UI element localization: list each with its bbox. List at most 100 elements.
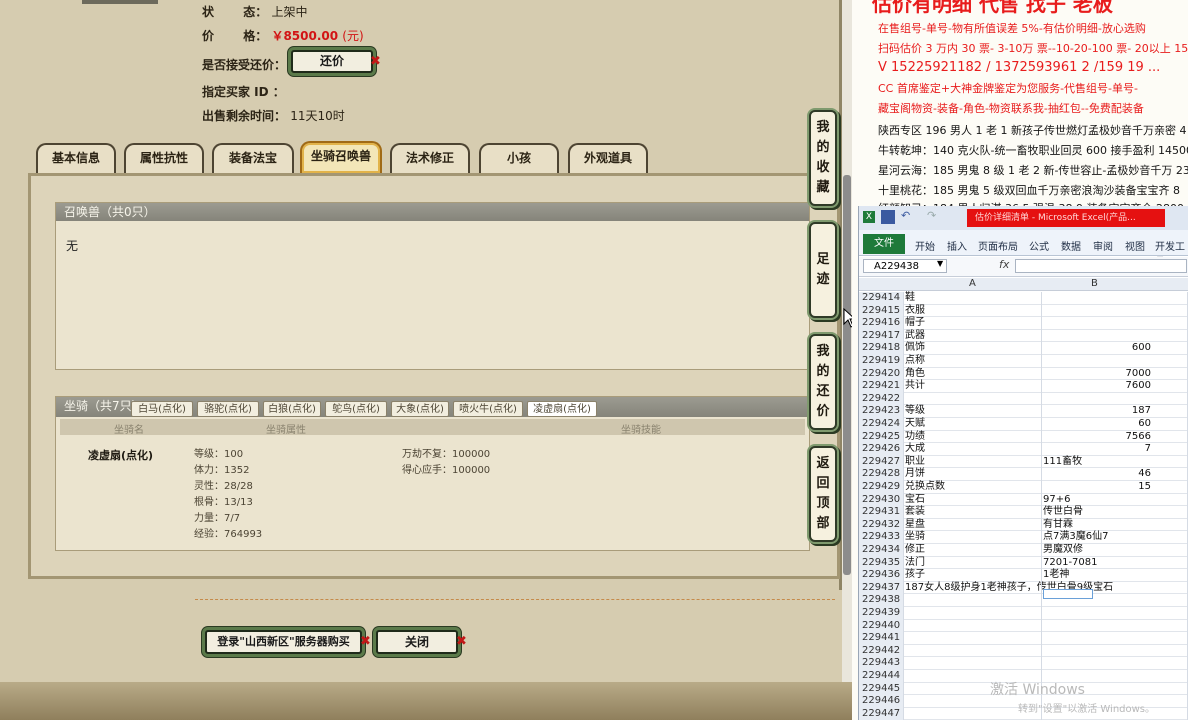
save-icon[interactable] xyxy=(881,210,895,224)
tab-basic-info[interactable]: 基本信息 xyxy=(36,143,116,173)
ribbon-tab-file[interactable]: 文件 xyxy=(863,234,905,254)
row-number[interactable]: 229433 xyxy=(859,531,903,544)
cell-a[interactable]: 角色 xyxy=(905,368,925,381)
cell-b[interactable]: 46 xyxy=(1138,468,1151,481)
cell-a[interactable]: 衣服 xyxy=(905,305,925,318)
footprint-button[interactable]: 足 迹 xyxy=(809,222,837,318)
row-number[interactable]: 229445 xyxy=(859,682,903,696)
cell-a[interactable]: 法门 xyxy=(905,557,925,570)
excel-row[interactable]: 229415 衣服 xyxy=(859,304,1188,318)
row-number[interactable]: 229420 xyxy=(859,367,903,381)
formula-input[interactable] xyxy=(1015,259,1187,273)
row-number[interactable]: 229421 xyxy=(859,380,903,393)
close-button[interactable]: 关闭 xyxy=(376,630,458,654)
row-number[interactable]: 229434 xyxy=(859,544,903,557)
excel-row[interactable]: 229431 套装 传世白骨 xyxy=(859,506,1188,519)
namebox-dropdown-icon[interactable]: ▼ xyxy=(937,259,943,268)
excel-row[interactable]: 229423 等级 187 xyxy=(859,405,1188,418)
login-server-buy-button[interactable]: 登录"山西新区"服务器购买 xyxy=(205,630,362,654)
tab-appearance[interactable]: 外观道具 xyxy=(568,143,648,173)
row-number[interactable]: 229419 xyxy=(859,355,903,368)
counter-offer-button[interactable]: 还价 xyxy=(291,50,373,73)
spreadsheet-grid[interactable]: 229414 鞋 229415 衣服 229416 帽子 229417 武器 229418 佩饰 6… xyxy=(859,292,1188,720)
cell-b[interactable]: 97+6 xyxy=(1043,494,1070,507)
cell-a[interactable]: 帽子 xyxy=(905,317,925,330)
excel-row[interactable]: 229440 xyxy=(859,619,1188,633)
cell-a[interactable]: 佩饰 xyxy=(905,342,925,355)
cell-b[interactable]: 187 xyxy=(1132,405,1151,418)
cell-a[interactable]: 月饼 xyxy=(905,468,925,481)
col-header-b[interactable]: B xyxy=(1091,278,1098,289)
cell-b[interactable]: 男魔双修 xyxy=(1043,544,1083,557)
cell-a[interactable]: 功绩 xyxy=(905,431,925,444)
cell-a[interactable]: 点称 xyxy=(905,355,925,368)
cell-a[interactable]: 孩子 xyxy=(905,569,925,582)
excel-row[interactable]: 229435 法门 7201-7081 xyxy=(859,556,1188,570)
cell-b[interactable]: 111畜牧 xyxy=(1043,456,1082,469)
cell-b[interactable]: 1老神 xyxy=(1043,569,1069,582)
row-number[interactable]: 229415 xyxy=(859,304,903,318)
cell-a[interactable]: 职业 xyxy=(905,456,925,469)
excel-row[interactable]: 229441 xyxy=(859,632,1188,645)
row-number[interactable]: 229424 xyxy=(859,418,903,431)
tab-equipment[interactable]: 装备法宝 xyxy=(212,143,294,173)
cell-b[interactable]: 7566 xyxy=(1126,431,1151,444)
excel-row[interactable]: 229438 xyxy=(859,594,1188,607)
excel-row[interactable]: 229416 帽子 xyxy=(859,317,1188,330)
excel-row[interactable]: 229432 星盘 有甘霖 xyxy=(859,518,1188,532)
scrollbar-thumb[interactable] xyxy=(843,175,851,575)
row-number[interactable]: 229423 xyxy=(859,405,903,418)
cell-b[interactable]: 点7满3魔6仙7 xyxy=(1043,531,1108,544)
row-number[interactable]: 229414 xyxy=(859,292,903,305)
row-number[interactable]: 229442 xyxy=(859,644,903,658)
fx-icon[interactable]: fx xyxy=(999,258,1009,271)
cell-a[interactable]: 天赋 xyxy=(905,418,925,431)
subtab-ostrich[interactable]: 鸵鸟(点化) xyxy=(325,401,387,417)
excel-row[interactable]: 229427 职业 111畜牧 xyxy=(859,455,1188,469)
row-number[interactable]: 229438 xyxy=(859,594,903,607)
ribbon-tab-insert[interactable]: 插入 xyxy=(947,238,967,253)
row-number[interactable]: 229416 xyxy=(859,317,903,330)
subtab-camel[interactable]: 骆驼(点化) xyxy=(197,401,259,417)
tab-mount-summon[interactable]: 坐骑召唤兽 xyxy=(300,141,382,173)
row-number[interactable]: 229447 xyxy=(859,707,903,720)
excel-row[interactable]: 229429 兑换点数 15 xyxy=(859,481,1188,494)
excel-row[interactable]: 229421 共计 7600 xyxy=(859,380,1188,393)
excel-row[interactable]: 229417 武器 xyxy=(859,329,1188,343)
ribbon-tab-data[interactable]: 数据 xyxy=(1061,238,1081,253)
name-box[interactable]: A229438 xyxy=(863,259,947,273)
cell-a[interactable]: 武器 xyxy=(905,330,925,343)
tab-spell-mod[interactable]: 法术修正 xyxy=(390,143,470,173)
ribbon-tab-home[interactable]: 开始 xyxy=(915,238,935,253)
cell-a[interactable]: 兑换点数 xyxy=(905,481,945,494)
page-scrollbar[interactable] xyxy=(842,0,852,682)
row-number[interactable]: 229425 xyxy=(859,430,903,444)
row-number[interactable]: 229418 xyxy=(859,342,903,355)
row-number[interactable]: 229417 xyxy=(859,329,903,343)
cell-a[interactable]: 修正 xyxy=(905,544,925,557)
tab-child[interactable]: 小孩 xyxy=(479,143,559,173)
subtab-white-horse[interactable]: 白马(点化) xyxy=(131,401,193,417)
ribbon-tab-layout[interactable]: 页面布局 xyxy=(978,238,1018,253)
cell-b[interactable]: 7201-7081 xyxy=(1043,557,1098,570)
row-number[interactable]: 229429 xyxy=(859,481,903,494)
ribbon-tab-view[interactable]: 视图 xyxy=(1125,238,1145,253)
cell-b[interactable]: 600 xyxy=(1132,342,1151,355)
excel-row[interactable]: 229439 xyxy=(859,607,1188,620)
subtab-lingxu-fan[interactable]: 凌虚扇(点化) xyxy=(527,401,597,417)
row-number[interactable]: 229430 xyxy=(859,493,903,507)
cell-a[interactable]: 宝石 xyxy=(905,494,925,507)
undo-icon[interactable]: ↶ xyxy=(901,209,910,222)
row-number[interactable]: 229446 xyxy=(859,695,903,708)
row-number[interactable]: 229437 xyxy=(859,581,903,595)
excel-row[interactable]: 229434 修正 男魔双修 xyxy=(859,544,1188,557)
cell-a[interactable]: 等级 xyxy=(905,405,925,418)
cell-a[interactable]: 共计 xyxy=(905,380,925,393)
excel-row[interactable]: 229422 xyxy=(859,392,1188,406)
excel-row[interactable]: 229420 角色 7000 xyxy=(859,367,1188,381)
row-number[interactable]: 229427 xyxy=(859,455,903,469)
excel-row[interactable]: 229425 功绩 7566 xyxy=(859,430,1188,444)
excel-row[interactable]: 229426 大成 7 xyxy=(859,443,1188,456)
excel-row[interactable]: 229419 点称 xyxy=(859,355,1188,368)
cell-b[interactable]: 15 xyxy=(1138,481,1151,494)
